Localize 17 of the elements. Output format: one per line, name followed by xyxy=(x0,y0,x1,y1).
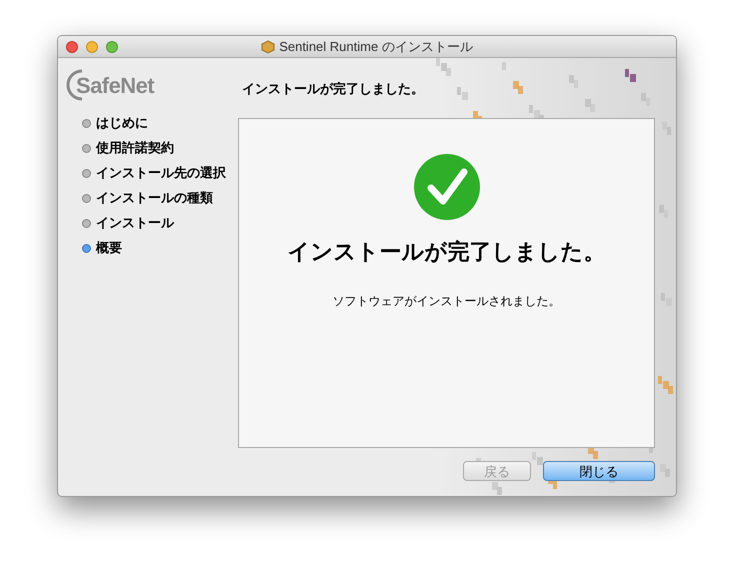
step-label: はじめに xyxy=(96,114,148,132)
step-label: インストール xyxy=(96,214,174,232)
step-label: 使用許諾契約 xyxy=(96,139,174,158)
panel-message: ソフトウェアがインストールされました。 xyxy=(332,293,560,310)
checkmark-icon xyxy=(412,153,480,221)
step-label: インストール先の選択 xyxy=(96,164,226,182)
minimize-button[interactable] xyxy=(86,40,98,52)
panel-title: インストールが完了しました。 xyxy=(288,238,606,266)
page-heading: インストールが完了しました。 xyxy=(241,80,425,98)
close-button[interactable] xyxy=(66,40,78,52)
dialog-button[interactable]: 閉じる xyxy=(543,461,655,481)
step-label: インストールの種類 xyxy=(96,189,213,208)
zoom-button[interactable] xyxy=(106,40,118,52)
logo-text: SafeNet xyxy=(76,72,154,100)
window-title: Sentinel Runtime のインストール xyxy=(279,38,473,56)
step-label: 概要 xyxy=(96,239,122,258)
package-icon xyxy=(261,40,276,54)
